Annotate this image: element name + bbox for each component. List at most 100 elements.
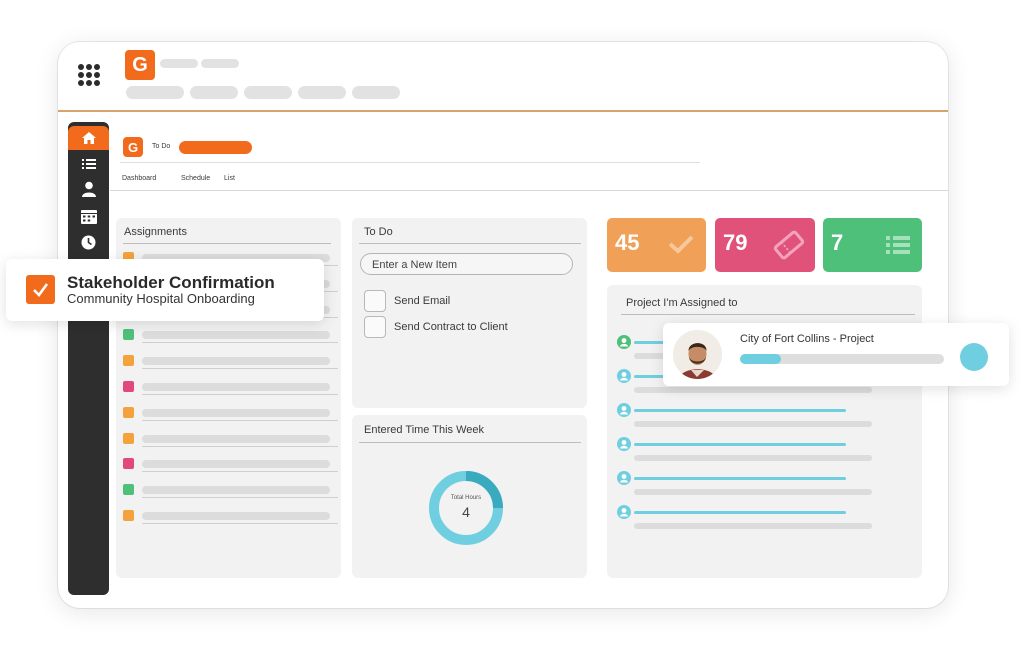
placeholder-line <box>634 511 846 514</box>
placeholder-text <box>634 489 872 495</box>
assignment-type-icon <box>123 381 134 392</box>
divider <box>359 243 581 244</box>
assignment-row[interactable] <box>123 405 338 421</box>
avatar <box>673 330 722 379</box>
placeholder-text <box>634 455 872 461</box>
user-icon <box>617 505 631 519</box>
user-icon <box>81 181 96 197</box>
assignment-type-icon <box>123 355 134 367</box>
stat-value: 45 <box>615 230 640 255</box>
placeholder-line <box>634 443 846 446</box>
section-logo: G <box>123 137 143 157</box>
placeholder-text <box>201 59 239 68</box>
divider <box>142 342 338 344</box>
tab-list[interactable]: List <box>224 175 235 182</box>
placeholder-line <box>634 477 846 480</box>
clock-icon <box>81 235 96 249</box>
todo-item-label: Send Email <box>394 295 451 307</box>
placeholder-text <box>142 460 330 469</box>
top-bar: G <box>58 42 948 112</box>
project-row[interactable] <box>617 471 877 501</box>
project-progress <box>740 354 944 364</box>
assignment-row[interactable] <box>123 353 338 370</box>
app-logo[interactable]: G <box>125 50 155 80</box>
todo-checkbox[interactable] <box>364 290 386 312</box>
donut-label: Total Hours <box>450 495 482 501</box>
user-icon <box>617 437 631 451</box>
divider <box>142 368 338 370</box>
user-icon <box>617 403 631 417</box>
nav-tab[interactable] <box>190 86 238 99</box>
assignment-type-icon <box>123 329 134 341</box>
nav-tab[interactable] <box>244 86 292 99</box>
assignment-type-icon <box>123 458 134 470</box>
time-panel: Entered Time This Week Total Hours 4 <box>352 415 587 578</box>
assignment-row[interactable] <box>123 508 338 524</box>
nav-tab[interactable] <box>298 86 346 99</box>
status-dot[interactable] <box>960 343 988 371</box>
placeholder-text <box>142 331 330 340</box>
placeholder-text <box>160 59 198 68</box>
placeholder-text <box>634 387 872 393</box>
project-row[interactable] <box>617 437 877 467</box>
todo-checkbox[interactable] <box>364 316 386 338</box>
user-icon <box>617 335 631 349</box>
divider <box>120 162 700 163</box>
assignment-type-icon <box>123 432 134 444</box>
assignment-row[interactable] <box>123 327 338 344</box>
ticket-icon <box>773 230 805 260</box>
home-icon <box>81 132 96 144</box>
list-icon <box>81 159 96 169</box>
person-avatar-icon <box>673 330 722 379</box>
check-icon <box>668 235 694 254</box>
nav-tab[interactable] <box>352 86 400 99</box>
stat-card-tickets[interactable]: 79 <box>715 218 815 272</box>
placeholder-text <box>634 421 872 427</box>
project-row[interactable] <box>617 505 877 535</box>
donut-value: 4 <box>462 504 470 520</box>
project-progress-fill <box>740 354 781 364</box>
panel-title: To Do <box>364 226 393 238</box>
sidebar-item-home[interactable] <box>68 126 109 150</box>
project-row[interactable] <box>617 403 877 433</box>
breadcrumb[interactable]: To Do <box>152 143 170 150</box>
sidebar-item-user[interactable] <box>68 177 109 201</box>
placeholder-text <box>142 486 330 495</box>
panel-title: Entered Time This Week <box>364 424 485 436</box>
list-icon <box>886 236 910 254</box>
stat-card-tasks[interactable]: 45 <box>607 218 706 272</box>
assignment-row[interactable] <box>123 456 338 473</box>
nav-tab[interactable] <box>126 86 184 99</box>
notification-toast[interactable]: Stakeholder Confirmation Community Hospi… <box>6 259 324 321</box>
sidebar-item-calendar[interactable] <box>68 204 109 228</box>
calendar-icon <box>80 209 97 224</box>
new-item-input[interactable]: Enter a New Item <box>360 253 573 275</box>
assignment-row[interactable] <box>123 379 338 395</box>
todo-item-label: Send Contract to Client <box>394 321 508 333</box>
assignment-row[interactable] <box>123 482 338 499</box>
project-title: City of Fort Collins - Project <box>740 333 874 345</box>
grid-icon[interactable] <box>78 64 100 86</box>
placeholder-text <box>634 523 872 529</box>
divider <box>110 190 948 191</box>
user-icon <box>617 369 631 383</box>
sidebar-item-clock[interactable] <box>68 230 109 254</box>
stat-card-lists[interactable]: 7 <box>823 218 922 272</box>
placeholder-text <box>142 357 330 366</box>
assignment-type-icon <box>123 510 134 521</box>
todo-panel: To Do Enter a New Item Send Email Send C… <box>352 218 587 408</box>
divider <box>142 394 338 395</box>
divider <box>142 445 338 447</box>
checkbox-checked[interactable] <box>26 275 55 304</box>
tab-dashboard[interactable]: Dashboard <box>122 175 156 182</box>
check-icon <box>33 283 49 297</box>
tab-schedule[interactable]: Schedule <box>181 175 210 182</box>
placeholder-line <box>634 409 846 412</box>
toast-subtitle: Community Hospital Onboarding <box>67 291 255 306</box>
assignment-row[interactable] <box>123 431 338 447</box>
project-card[interactable]: City of Fort Collins - Project <box>663 323 1009 386</box>
user-icon <box>617 471 631 485</box>
sidebar-item-list[interactable] <box>68 152 109 176</box>
assignment-type-icon <box>123 406 134 418</box>
page-title-pill <box>179 141 252 154</box>
